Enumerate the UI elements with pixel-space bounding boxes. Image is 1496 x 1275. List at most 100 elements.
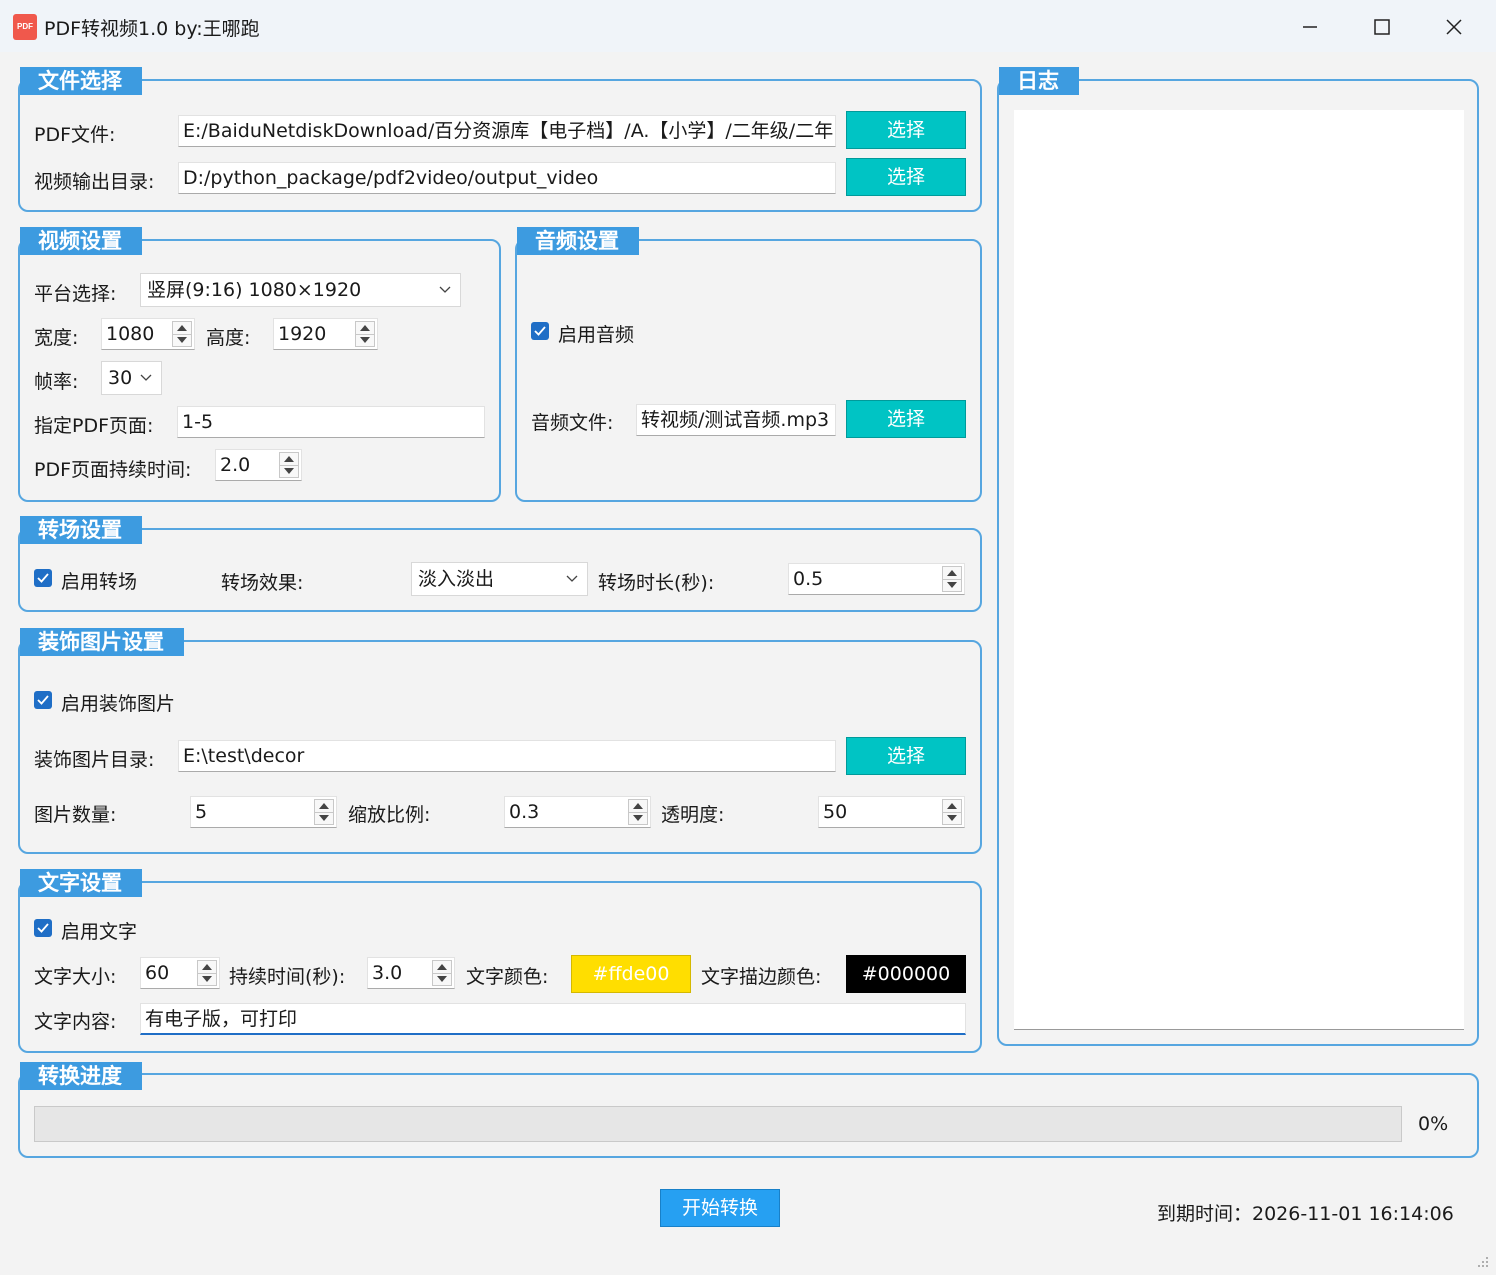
decor-scale-spin-arrows[interactable] [628, 799, 648, 825]
spin-down-icon[interactable] [356, 335, 374, 347]
page-duration-spin-arrows[interactable] [279, 452, 299, 478]
output-select-button[interactable]: 选择 [846, 158, 966, 196]
spin-down-icon[interactable] [198, 974, 216, 986]
start-convert-button[interactable]: 开始转换 [660, 1189, 780, 1227]
resize-grip-icon[interactable] [1476, 1255, 1490, 1269]
spin-down-icon[interactable] [315, 813, 333, 825]
platform-select-value: 竖屏(9:16) 1080×1920 [147, 279, 362, 301]
decor-count-label: 图片数量: [34, 804, 117, 826]
text-color-button[interactable]: #ffde00 [571, 955, 691, 993]
transition-duration-value: 0.5 [793, 568, 824, 590]
minimize-icon [1303, 26, 1317, 28]
expiry-time: 到期时间：2026-11-01 16:14:06 [1157, 1203, 1454, 1225]
decor-opacity-value: 50 [823, 801, 848, 823]
progress-bar [34, 1106, 1402, 1142]
audio-file-label: 音频文件: [531, 412, 614, 434]
pdf-app-icon: PDF [13, 14, 37, 40]
text-content-input[interactable]: 有电子版，可打印 [140, 1003, 966, 1035]
transition-settings-title: 转场设置 [20, 516, 142, 544]
text-duration-spinbox[interactable]: 3.0 [367, 957, 455, 989]
decor-opacity-spin-arrows[interactable] [942, 799, 962, 825]
maximize-button[interactable] [1352, 8, 1412, 46]
maximize-icon [1374, 19, 1390, 35]
enable-decor-checkbox[interactable] [34, 691, 52, 709]
text-duration-label: 持续时间(秒): [229, 966, 346, 988]
enable-audio-label: 启用音频 [558, 324, 635, 346]
minimize-button[interactable] [1280, 8, 1340, 46]
text-size-label: 文字大小: [34, 966, 117, 988]
height-label: 高度: [206, 327, 251, 349]
text-size-spin-arrows[interactable] [197, 960, 217, 986]
spin-up-icon[interactable] [173, 322, 191, 335]
height-value: 1920 [278, 323, 327, 345]
spin-up-icon[interactable] [356, 322, 374, 335]
window-title: PDF转视频1.0 by:王哪跑 [44, 18, 260, 40]
spin-up-icon[interactable] [280, 453, 298, 466]
decor-dir-input[interactable]: E:\test\decor [178, 740, 836, 772]
spin-up-icon[interactable] [629, 800, 647, 813]
spin-up-icon[interactable] [198, 961, 216, 974]
pdf-select-button[interactable]: 选择 [846, 111, 966, 149]
text-duration-spin-arrows[interactable] [432, 960, 452, 986]
enable-audio-checkbox[interactable] [531, 322, 549, 340]
pages-label: 指定PDF页面: [34, 415, 154, 437]
log-textarea[interactable] [1014, 110, 1464, 1030]
text-size-spinbox[interactable]: 60 [140, 957, 220, 989]
decor-scale-value: 0.3 [509, 801, 540, 823]
platform-label: 平台选择: [34, 283, 117, 305]
height-spin-arrows[interactable] [355, 321, 375, 347]
close-button[interactable] [1424, 8, 1484, 46]
spin-down-icon[interactable] [943, 580, 961, 592]
spin-up-icon[interactable] [943, 567, 961, 580]
enable-text-checkbox[interactable] [34, 919, 52, 937]
fps-select-value: 30 [108, 367, 133, 389]
decor-select-button[interactable]: 选择 [846, 737, 966, 775]
pdf-file-input[interactable]: E:/BaiduNetdiskDownload/百分资源库【电子档】/A.【小学… [178, 115, 836, 147]
transition-duration-spinbox[interactable]: 0.5 [788, 563, 965, 595]
page-duration-spinbox[interactable]: 2.0 [215, 449, 302, 481]
text-stroke-color-button[interactable]: #000000 [846, 955, 966, 993]
spin-up-icon[interactable] [943, 800, 961, 813]
text-content-label: 文字内容: [34, 1011, 117, 1033]
spin-up-icon[interactable] [433, 961, 451, 974]
audio-file-input[interactable]: 转视频/测试音频.mp3 [636, 404, 836, 436]
transition-duration-spin-arrows[interactable] [942, 566, 962, 592]
enable-decor-label: 启用装饰图片 [61, 693, 176, 715]
page-duration-label: PDF页面持续时间: [34, 459, 192, 481]
decor-opacity-spinbox[interactable]: 50 [818, 796, 965, 828]
text-size-value: 60 [145, 962, 170, 984]
output-dir-label: 视频输出目录: [34, 171, 155, 193]
transition-effect-label: 转场效果: [221, 572, 304, 594]
spin-down-icon[interactable] [280, 466, 298, 478]
width-spinbox[interactable]: 1080 [101, 318, 195, 350]
audio-select-button[interactable]: 选择 [846, 400, 966, 438]
width-spin-arrows[interactable] [172, 321, 192, 347]
pages-input[interactable]: 1-5 [177, 406, 485, 438]
page-duration-value: 2.0 [220, 454, 251, 476]
text-settings-title: 文字设置 [20, 869, 142, 897]
pdf-file-label: PDF文件: [34, 124, 116, 146]
platform-select[interactable]: 竖屏(9:16) 1080×1920 [140, 273, 461, 307]
transition-effect-select[interactable]: 淡入淡出 [411, 562, 588, 596]
height-spinbox[interactable]: 1920 [273, 318, 378, 350]
spin-up-icon[interactable] [315, 800, 333, 813]
output-dir-input[interactable]: D:/python_package/pdf2video/output_video [178, 162, 836, 194]
text-stroke-label: 文字描边颜色: [701, 966, 822, 988]
decor-count-spinbox[interactable]: 5 [190, 796, 337, 828]
transition-effect-value: 淡入淡出 [418, 568, 495, 590]
progress-percent: 0% [1418, 1113, 1449, 1135]
enable-transition-label: 启用转场 [61, 571, 138, 593]
fps-select[interactable]: 30 [101, 361, 162, 395]
checkmark-icon [37, 923, 49, 933]
spin-down-icon[interactable] [943, 813, 961, 825]
spin-down-icon[interactable] [433, 974, 451, 986]
decor-count-spin-arrows[interactable] [314, 799, 334, 825]
width-label: 宽度: [34, 327, 79, 349]
file-select-title: 文件选择 [20, 67, 142, 95]
decor-scale-spinbox[interactable]: 0.3 [504, 796, 651, 828]
audio-settings-title: 音频设置 [517, 227, 639, 255]
spin-down-icon[interactable] [629, 813, 647, 825]
chevron-down-icon [438, 274, 452, 306]
enable-transition-checkbox[interactable] [34, 569, 52, 587]
spin-down-icon[interactable] [173, 335, 191, 347]
